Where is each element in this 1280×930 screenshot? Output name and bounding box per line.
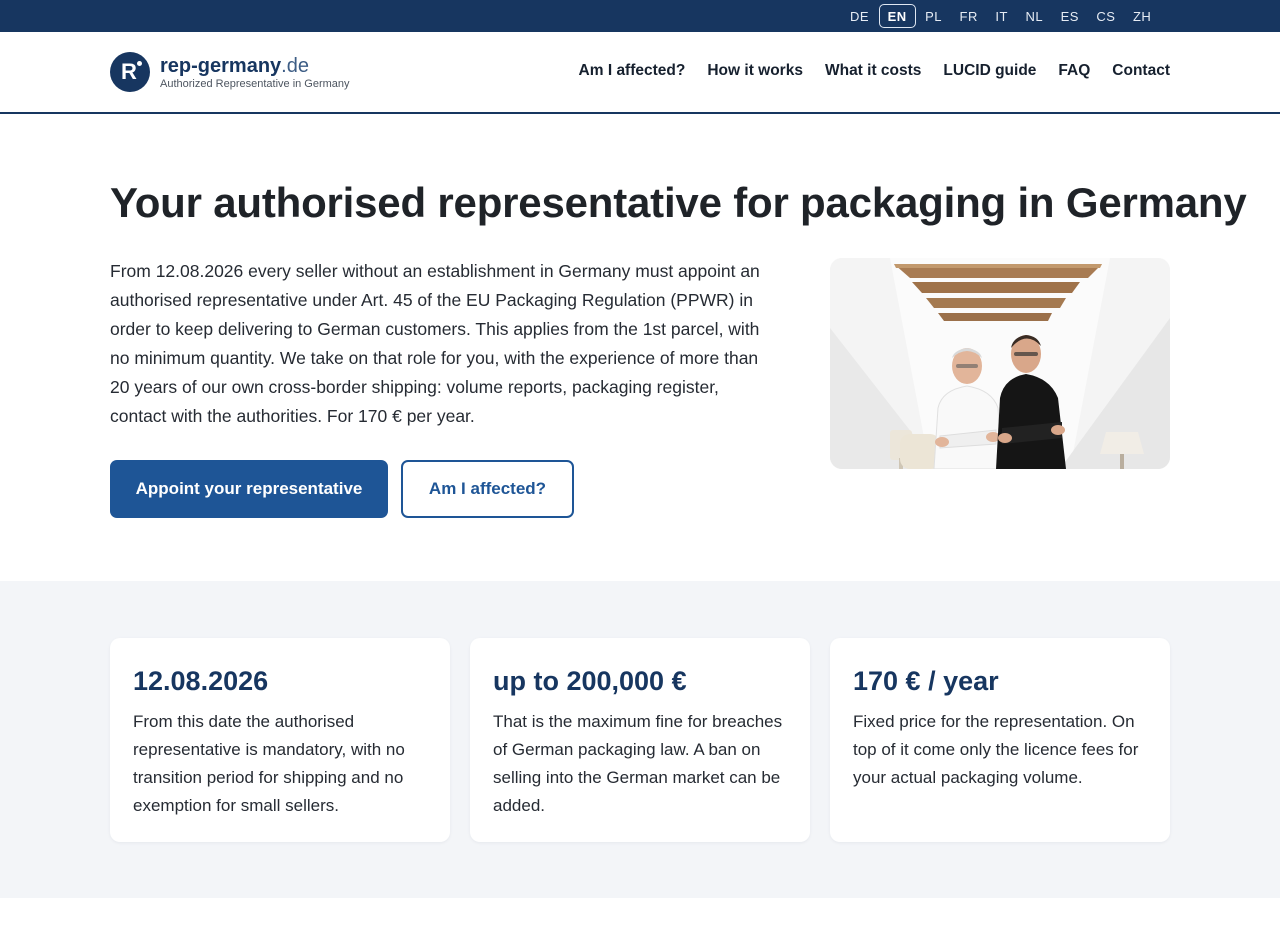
stat-card-fine: up to 200,000 € That is the maximum fine… xyxy=(470,638,810,842)
lang-fr[interactable]: FR xyxy=(952,4,986,28)
brand-name-main: rep-germany xyxy=(160,55,282,77)
page-title: Your authorised representative for packa… xyxy=(110,179,1247,226)
stats-section: 12.08.2026 From this date the authorised… xyxy=(0,581,1280,898)
nav-what-it-costs[interactable]: What it costs xyxy=(825,62,921,80)
logo-icon: R xyxy=(110,52,150,92)
stat-card-price: 170 € / year Fixed price for the represe… xyxy=(830,638,1170,842)
lang-cs[interactable]: CS xyxy=(1088,4,1123,28)
brand-name-tld: .de xyxy=(281,55,309,77)
logo-letter: R xyxy=(121,59,137,84)
team-photo-illustration xyxy=(830,258,1170,469)
brand-name: rep-germany.de xyxy=(160,54,350,78)
nav-contact[interactable]: Contact xyxy=(1112,62,1170,80)
lang-es[interactable]: ES xyxy=(1053,4,1087,28)
stat-text: Fixed price for the representation. On t… xyxy=(853,712,1139,787)
logo-dot xyxy=(137,61,142,66)
brand-tagline: Authorized Representative in Germany xyxy=(160,78,350,90)
main-nav: Am I affected? How it works What it cost… xyxy=(557,62,1170,80)
nav-am-i-affected[interactable]: Am I affected? xyxy=(579,62,686,80)
hero-photo xyxy=(830,258,1170,469)
lang-de[interactable]: DE xyxy=(842,4,877,28)
brand-link[interactable]: R rep-germany.de Authorized Representati… xyxy=(110,52,350,92)
stat-heading: up to 200,000 € xyxy=(493,666,687,696)
nav-lucid-guide[interactable]: LUCID guide xyxy=(943,62,1036,80)
brand-text: rep-germany.de Authorized Representative… xyxy=(160,54,350,90)
lang-zh[interactable]: ZH xyxy=(1125,4,1159,28)
site-header: R rep-germany.de Authorized Representati… xyxy=(0,32,1280,114)
stat-heading: 12.08.2026 xyxy=(133,666,269,696)
nav-how-it-works[interactable]: How it works xyxy=(707,62,803,80)
hero-section: Your authorised representative for packa… xyxy=(0,114,1280,580)
stat-text: From this date the authorised representa… xyxy=(133,712,405,815)
stat-text: That is the maximum fine for breaches of… xyxy=(493,712,783,815)
am-i-affected-button[interactable]: Am I affected? xyxy=(401,460,574,518)
stat-card-date: 12.08.2026 From this date the authorised… xyxy=(110,638,450,842)
lang-en[interactable]: EN xyxy=(878,4,916,28)
hero-intro: From 12.08.2026 every seller without an … xyxy=(110,261,760,426)
nav-faq[interactable]: FAQ xyxy=(1058,62,1090,80)
lang-it[interactable]: IT xyxy=(987,4,1016,28)
lang-nl[interactable]: NL xyxy=(1017,4,1051,28)
language-bar: DE EN PL FR IT NL ES CS ZH xyxy=(0,0,1280,32)
appoint-representative-button[interactable]: Appoint your representative xyxy=(110,460,388,518)
lang-pl[interactable]: PL xyxy=(917,4,950,28)
language-switcher: DE EN PL FR IT NL ES CS ZH xyxy=(842,0,1161,32)
stat-heading: 170 € / year xyxy=(853,666,999,696)
